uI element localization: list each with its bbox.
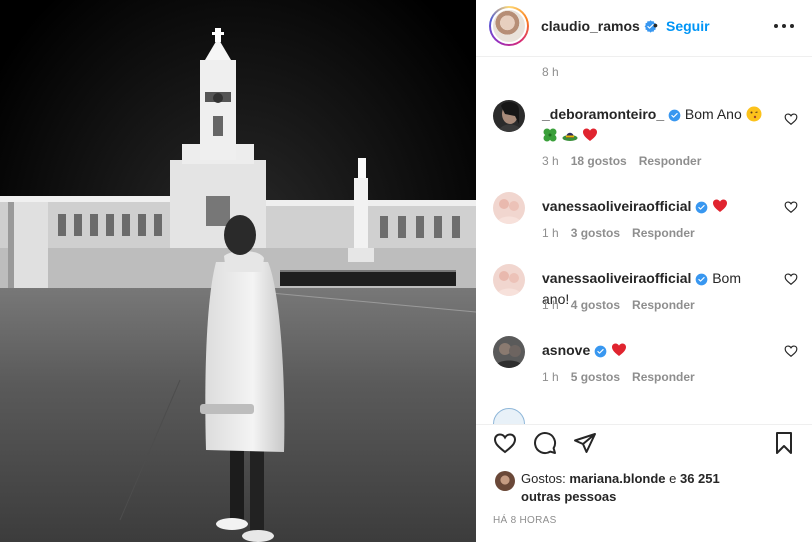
verified-badge-icon (594, 345, 607, 358)
likes-text: Gostos: mariana.blonde e 36 251 outras p… (521, 470, 721, 506)
comment-username[interactable]: vanessaoliveiraofficial (542, 270, 691, 286)
comment-time: 1 h (542, 298, 559, 312)
comment-meta: 1 h 4 gostos Responder (542, 298, 695, 312)
heart-outline-icon[interactable] (493, 431, 517, 455)
liker-username[interactable]: mariana.blonde (569, 471, 665, 486)
comment-username[interactable]: asnove (542, 342, 590, 358)
comment-bubble-icon[interactable] (533, 431, 557, 455)
post-side-panel: claudio_ramos • Seguir 8 h _deboramontei… (476, 0, 812, 542)
bookmark-icon[interactable] (772, 431, 796, 455)
comment-meta: 1 h 5 gostos Responder (542, 370, 695, 384)
liker-avatar[interactable] (495, 471, 515, 491)
four-leaf-clover-emoji (543, 128, 557, 142)
header-separator: • (653, 17, 658, 33)
post-image (0, 0, 476, 542)
commenter-avatar[interactable] (493, 192, 525, 224)
comment-time: 3 h (542, 154, 559, 168)
comment-text: _deboramonteiro_ Bom Ano (542, 104, 772, 146)
follow-button[interactable]: Seguir (666, 18, 710, 34)
verified-badge-icon (695, 201, 708, 214)
comments-list[interactable]: 8 h _deboramonteiro_ Bom Ano 3 h 18 gost… (476, 58, 812, 424)
red-heart-emoji (612, 343, 627, 356)
comment-body: Bom Ano (684, 106, 742, 122)
post-photo[interactable] (0, 0, 476, 542)
author-username-row[interactable]: claudio_ramos (541, 18, 657, 34)
comment-likes-count[interactable]: 4 gostos (571, 298, 620, 312)
red-heart-emoji (582, 128, 597, 141)
likes-prefix: Gostos: (521, 471, 566, 486)
post-header: claudio_ramos • Seguir (476, 0, 812, 57)
reply-button[interactable]: Responder (632, 370, 695, 384)
heart-outline-icon[interactable] (784, 272, 798, 286)
commenter-avatar[interactable] (493, 408, 525, 424)
comment-meta: 3 h 18 gostos Responder (542, 154, 701, 168)
face-kiss-emoji (746, 106, 762, 122)
comment-likes-count[interactable]: 3 gostos (571, 226, 620, 240)
reply-button[interactable]: Responder (632, 226, 695, 240)
post-actions: Gostos: mariana.blonde e 36 251 outras p… (476, 424, 812, 542)
reply-button[interactable]: Responder (632, 298, 695, 312)
comment-likes-count[interactable]: 18 gostos (571, 154, 627, 168)
comment-time: 1 h (542, 226, 559, 240)
author-username[interactable]: claudio_ramos (541, 18, 640, 34)
commenter-avatar[interactable] (493, 336, 525, 368)
reply-button[interactable]: Responder (639, 154, 702, 168)
comment-text: vanessaoliveiraofficial (542, 196, 772, 217)
heart-outline-icon[interactable] (784, 344, 798, 358)
comment-username[interactable]: _deboramonteiro_ (542, 106, 664, 122)
paper-plane-icon[interactable] (573, 431, 597, 455)
red-heart-emoji (713, 199, 728, 212)
heart-outline-icon[interactable] (784, 200, 798, 214)
comment-text: asnove (542, 340, 772, 361)
more-options-icon[interactable] (774, 18, 794, 34)
comment-time: 1 h (542, 370, 559, 384)
verified-badge-icon (668, 109, 681, 122)
commenter-avatar[interactable] (493, 100, 525, 132)
comment-username[interactable]: vanessaoliveiraofficial (542, 198, 691, 214)
commenter-avatar[interactable] (493, 264, 525, 296)
comment-likes-count[interactable]: 5 gostos (571, 370, 620, 384)
hat-emoji (562, 132, 578, 141)
verified-badge-icon (695, 273, 708, 286)
caption-timestamp: 8 h (542, 65, 559, 79)
heart-outline-icon[interactable] (784, 112, 798, 126)
likes-summary: Gostos: mariana.blonde e 36 251 outras p… (495, 470, 721, 506)
likes-joiner: e (669, 471, 677, 486)
author-avatar[interactable] (489, 6, 529, 46)
comment-meta: 1 h 3 gostos Responder (542, 226, 695, 240)
post-timestamp[interactable]: HÁ 8 HORAS (493, 515, 557, 526)
